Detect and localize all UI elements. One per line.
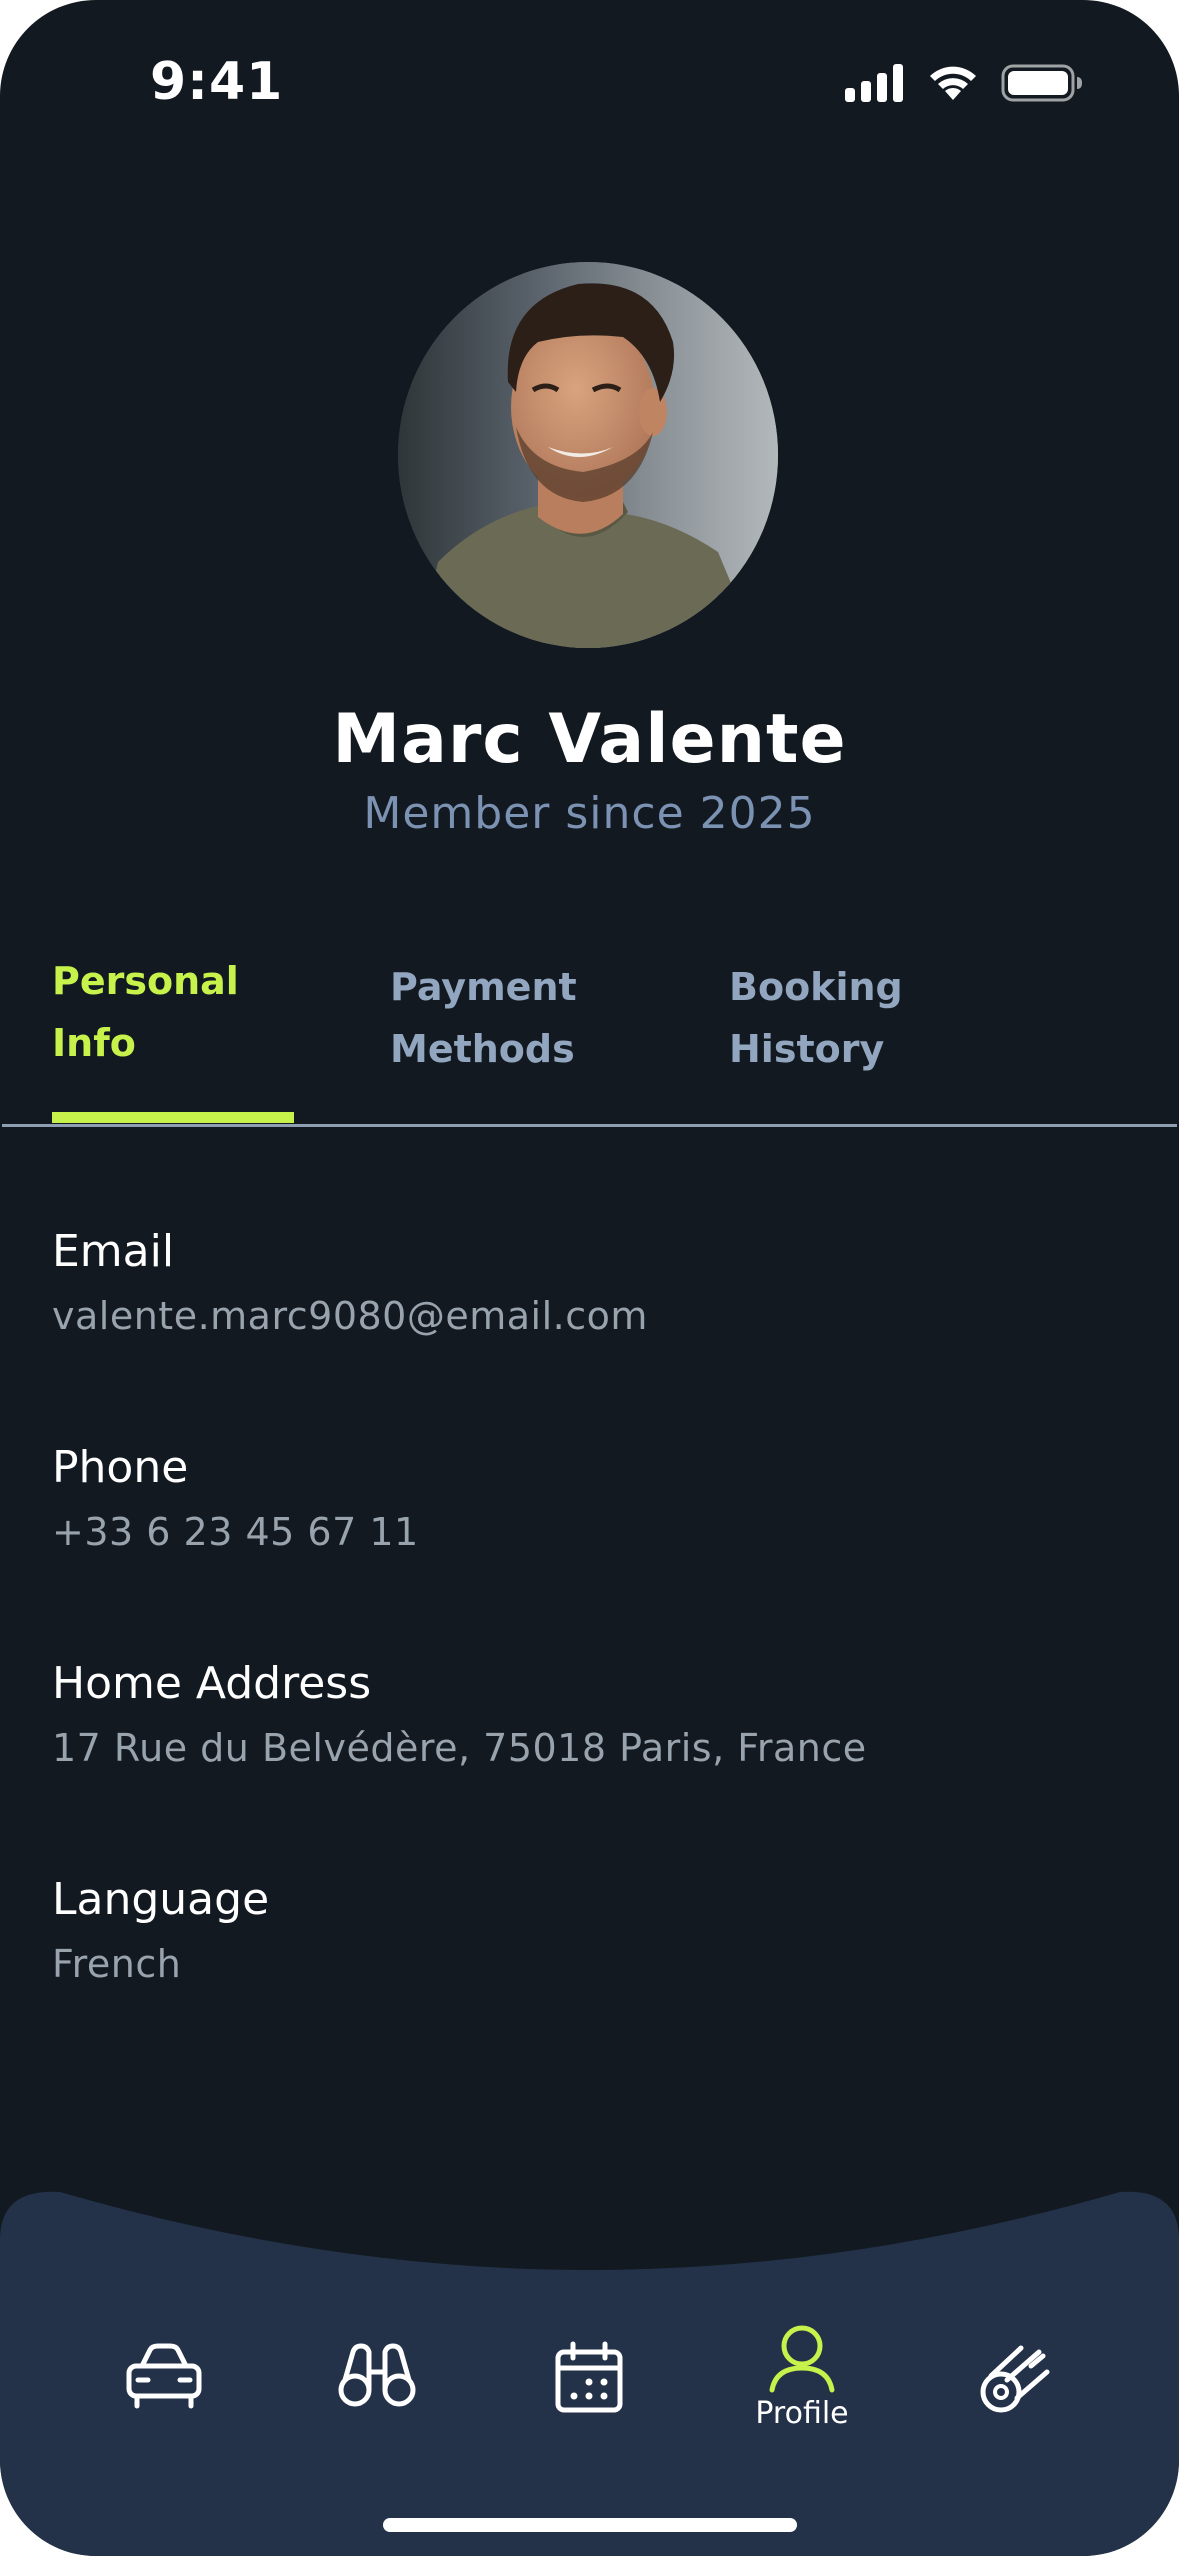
member-since: Member since 2025 bbox=[363, 788, 816, 839]
tab-payment-methods[interactable]: Payment Methods bbox=[390, 956, 577, 1080]
language-label: Language bbox=[52, 1874, 270, 1925]
status-bar: 9:41 bbox=[0, 0, 1179, 140]
home-address-field: Home Address 17 Rue du Belvédère, 75018 … bbox=[52, 1654, 867, 1778]
nav-label-profile: Profile bbox=[755, 2396, 849, 2431]
nav-item-explore[interactable] bbox=[317, 2340, 437, 2480]
status-icons bbox=[845, 64, 1083, 102]
nav-item-deals[interactable] bbox=[955, 2340, 1075, 2480]
home-address-label: Home Address bbox=[52, 1658, 372, 1709]
comet-icon bbox=[980, 2345, 1050, 2413]
email-label: Email bbox=[52, 1226, 175, 1277]
phone-value[interactable]: +33 6 23 45 67 11 bbox=[52, 1502, 419, 1562]
profile-screen: 9:41 Marc Valente Member since 2025 Pers… bbox=[0, 0, 1179, 2556]
tab-personal-info[interactable]: Personal Info bbox=[52, 950, 239, 1074]
avatar[interactable] bbox=[398, 262, 778, 648]
battery-icon bbox=[1001, 64, 1082, 102]
wifi-icon bbox=[930, 66, 976, 100]
tab-divider bbox=[2, 1124, 1177, 1127]
bottom-nav: Profile bbox=[0, 2180, 1179, 2556]
email-value[interactable]: valente.marc9080@email.com bbox=[52, 1286, 648, 1346]
car-icon bbox=[126, 2343, 202, 2409]
nav-item-cars[interactable] bbox=[104, 2340, 224, 2480]
nav-item-profile[interactable]: Profile bbox=[742, 2322, 862, 2462]
calendar-icon bbox=[555, 2341, 623, 2413]
profile-icon bbox=[769, 2325, 835, 2393]
home-address-value[interactable]: 17 Rue du Belvédère, 75018 Paris, France bbox=[52, 1718, 867, 1778]
phone-label: Phone bbox=[52, 1442, 189, 1493]
avatar-photo bbox=[398, 262, 778, 648]
profile-tabs: Personal Info Payment Methods Booking Hi… bbox=[0, 950, 1179, 1128]
home-indicator[interactable] bbox=[383, 2518, 797, 2532]
nav-item-bookings[interactable] bbox=[529, 2340, 649, 2480]
binoculars-icon bbox=[338, 2343, 416, 2407]
language-value[interactable]: French bbox=[52, 1934, 269, 1994]
active-tab-indicator bbox=[52, 1112, 294, 1123]
cellular-signal-icon bbox=[845, 64, 903, 102]
language-field: Language French bbox=[52, 1870, 269, 1994]
phone-field: Phone +33 6 23 45 67 11 bbox=[52, 1438, 419, 1562]
email-field: Email valente.marc9080@email.com bbox=[52, 1222, 648, 1346]
status-time: 9:41 bbox=[150, 52, 284, 112]
profile-name: Marc Valente bbox=[332, 700, 847, 779]
tab-booking-history[interactable]: Booking History bbox=[729, 956, 903, 1080]
